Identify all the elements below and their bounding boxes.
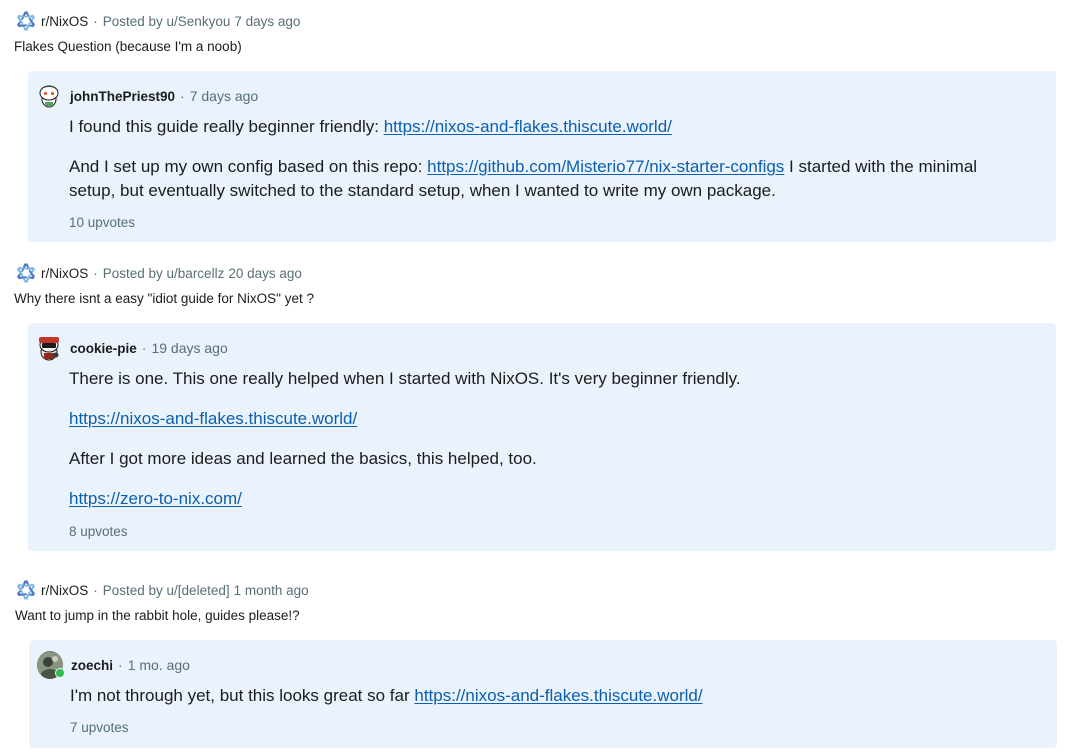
- post-title[interactable]: Want to jump in the rabbit hole, guides …: [15, 608, 300, 623]
- user-avatar-icon[interactable]: [37, 651, 65, 681]
- snoo-avatar-icon[interactable]: [36, 82, 62, 110]
- separator: ·: [180, 88, 185, 104]
- comment-age: 1 mo. ago: [127, 657, 190, 673]
- post-meta: r/NixOS · Posted by u/Senkyou 7 days ago: [15, 10, 300, 32]
- post-meta: r/NixOS · Posted by u/barcellz 20 days a…: [15, 262, 302, 284]
- comment-username[interactable]: johnThePriest90: [70, 89, 175, 104]
- posted-by[interactable]: Posted by u/[deleted]: [103, 583, 230, 598]
- comment-paragraph: I'm not through yet, but this looks grea…: [70, 684, 1017, 708]
- comment-card[interactable]: johnThePriest90 · 7 days ago I found thi…: [28, 71, 1056, 242]
- comment-text: After I got more ideas and learned the b…: [69, 449, 537, 468]
- comment-age: 19 days ago: [151, 340, 228, 356]
- comment-username[interactable]: zoechi: [71, 658, 113, 673]
- comment-paragraph: After I got more ideas and learned the b…: [69, 447, 1016, 471]
- comment-age: 7 days ago: [189, 88, 259, 104]
- comment-body: I'm not through yet, but this looks grea…: [70, 684, 1017, 724]
- subreddit-link[interactable]: r/NixOS: [41, 14, 88, 29]
- comment-username[interactable]: cookie-pie: [70, 341, 137, 356]
- subreddit-link[interactable]: r/NixOS: [41, 583, 88, 598]
- post-age: 1 month ago: [233, 582, 309, 598]
- post-title[interactable]: Flakes Question (because I'm a noob): [14, 39, 242, 54]
- comment-body: I found this guide really beginner frien…: [69, 115, 1016, 219]
- comment-paragraph: I found this guide really beginner frien…: [69, 115, 1016, 139]
- comment-header: cookie-pie · 19 days ago: [36, 333, 228, 363]
- upvote-count: 10 upvotes: [69, 215, 136, 230]
- post-meta: r/NixOS · Posted by u/[deleted] 1 month …: [15, 579, 309, 601]
- post-title[interactable]: Why there isnt a easy "idiot guide for N…: [14, 291, 314, 306]
- comment-link[interactable]: https://nixos-and-flakes.thiscute.world/: [384, 117, 672, 136]
- subreddit-link[interactable]: r/NixOS: [41, 266, 88, 281]
- comment-link[interactable]: https://zero-to-nix.com/: [69, 489, 242, 508]
- separator: ·: [118, 657, 123, 673]
- snoo-avatar-icon[interactable]: [36, 334, 62, 362]
- comment-card[interactable]: cookie-pie · 19 days ago There is one. T…: [28, 323, 1056, 551]
- nixos-snowflake-icon[interactable]: [15, 10, 37, 32]
- comment-text: I'm not through yet, but this looks grea…: [70, 686, 415, 705]
- nixos-snowflake-icon[interactable]: [15, 262, 37, 284]
- separator: ·: [93, 13, 98, 29]
- comment-paragraph: And I set up my own config based on this…: [69, 155, 1016, 202]
- online-status-icon: [55, 668, 65, 678]
- comment-text: And I set up my own config based on this…: [69, 157, 428, 176]
- comment-text: There is one. This one really helped whe…: [69, 369, 741, 388]
- comment-paragraph: There is one. This one really helped whe…: [69, 367, 1016, 391]
- comment-card[interactable]: zoechi · 1 mo. ago I'm not through yet, …: [29, 640, 1057, 748]
- comment-body: There is one. This one really helped whe…: [69, 367, 1016, 527]
- separator: ·: [93, 265, 98, 281]
- upvote-count: 8 upvotes: [69, 524, 128, 539]
- comment-text: I found this guide really beginner frien…: [69, 117, 384, 136]
- comment-link[interactable]: https://nixos-and-flakes.thiscute.world/: [69, 409, 357, 428]
- nixos-snowflake-icon[interactable]: [15, 579, 37, 601]
- separator: ·: [93, 582, 98, 598]
- comment-header: zoechi · 1 mo. ago: [37, 650, 190, 681]
- comment-header: johnThePriest90 · 7 days ago: [36, 81, 258, 111]
- separator: ·: [141, 340, 147, 356]
- posted-by[interactable]: Posted by u/barcellz: [103, 266, 225, 281]
- comment-paragraph: https://zero-to-nix.com/: [69, 487, 1016, 511]
- comment-link[interactable]: https://nixos-and-flakes.thiscute.world/: [414, 686, 702, 705]
- post-age: 7 days ago: [234, 13, 301, 29]
- upvote-count: 7 upvotes: [70, 720, 129, 735]
- posted-by[interactable]: Posted by u/Senkyou: [103, 14, 231, 29]
- post-age: 20 days ago: [228, 265, 302, 281]
- comment-paragraph: https://nixos-and-flakes.thiscute.world/: [69, 407, 1016, 431]
- comment-link[interactable]: https://github.com/Misterio77/nix-starte…: [427, 157, 784, 176]
